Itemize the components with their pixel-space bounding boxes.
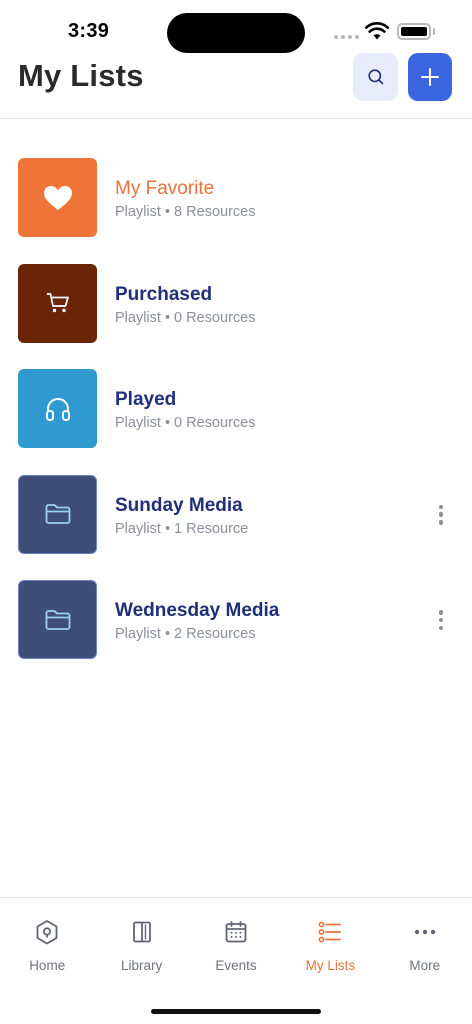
tab-label: My Lists — [305, 958, 356, 973]
more-horizontal-icon — [414, 929, 435, 935]
list-title: Sunday Media — [115, 494, 243, 516]
wifi-icon — [365, 22, 389, 40]
library-icon — [132, 921, 151, 943]
list-title: Purchased — [115, 283, 213, 305]
list-item-played[interactable]: Played Playlist • 0 Resources — [0, 369, 472, 475]
list-title: Played — [115, 389, 177, 410]
page-title: My Lists — [18, 58, 144, 93]
plus-icon — [421, 68, 439, 86]
search-button[interactable] — [353, 53, 398, 101]
tab-events[interactable]: Events — [189, 898, 283, 1024]
list-thumbnail — [18, 158, 97, 237]
tab-more[interactable]: More — [378, 898, 472, 1024]
tab-label: More — [409, 958, 441, 973]
list-thumbnail — [18, 369, 97, 448]
list-icon — [318, 921, 342, 943]
list-subtitle: Playlist • 2 Resources — [115, 626, 256, 642]
tab-label: Library — [120, 958, 163, 973]
tab-label: Events — [215, 958, 257, 973]
dynamic-island — [167, 13, 305, 53]
cellular-signal-icon — [334, 35, 359, 39]
list-item-my-favorite[interactable]: My Favorite Playlist • 8 Resources — [0, 158, 472, 264]
folder-icon — [45, 504, 70, 524]
add-list-button[interactable] — [408, 53, 452, 101]
list-thumbnail — [18, 580, 97, 659]
tab-home[interactable]: Home — [0, 898, 94, 1024]
status-bar: 3:39 — [0, 0, 472, 56]
tab-library[interactable]: Library — [94, 898, 188, 1024]
list-thumbnail — [18, 474, 97, 554]
headphones-icon — [45, 397, 70, 421]
list-item-purchased[interactable]: Purchased Playlist • 0 Resources — [0, 263, 472, 370]
list-thumbnail — [18, 263, 97, 343]
more-options-button[interactable] — [430, 502, 452, 528]
list-subtitle: Playlist • 0 Resources — [115, 309, 256, 326]
tab-bar: Home Library Events My Lists More — [0, 898, 472, 1024]
list-subtitle: Playlist • 1 Resource — [115, 520, 249, 537]
list-title: My Favorite — [115, 178, 215, 199]
list-item-sunday-media[interactable]: Sunday Media Playlist • 1 Resource — [0, 474, 472, 581]
folder-icon — [45, 609, 70, 630]
home-indicator — [151, 1009, 321, 1014]
more-options-button[interactable] — [430, 607, 452, 633]
playlist-list: My Favorite Playlist • 8 Resources Purch… — [0, 158, 472, 686]
home-icon — [36, 920, 58, 945]
calendar-icon — [225, 921, 247, 943]
header-divider — [0, 118, 472, 119]
tab-label: Home — [29, 958, 66, 973]
list-subtitle: Playlist • 8 Resources — [115, 204, 256, 220]
list-title: Wednesday Media — [115, 600, 280, 621]
list-item-wednesday-media[interactable]: Wednesday Media Playlist • 2 Resources — [0, 580, 472, 686]
tab-my-lists[interactable]: My Lists — [283, 898, 377, 1024]
cart-icon — [46, 293, 69, 313]
list-subtitle: Playlist • 0 Resources — [115, 415, 256, 431]
heart-icon — [43, 185, 72, 210]
search-icon — [367, 69, 383, 85]
battery-icon — [397, 23, 431, 40]
status-time: 3:39 — [68, 20, 110, 42]
